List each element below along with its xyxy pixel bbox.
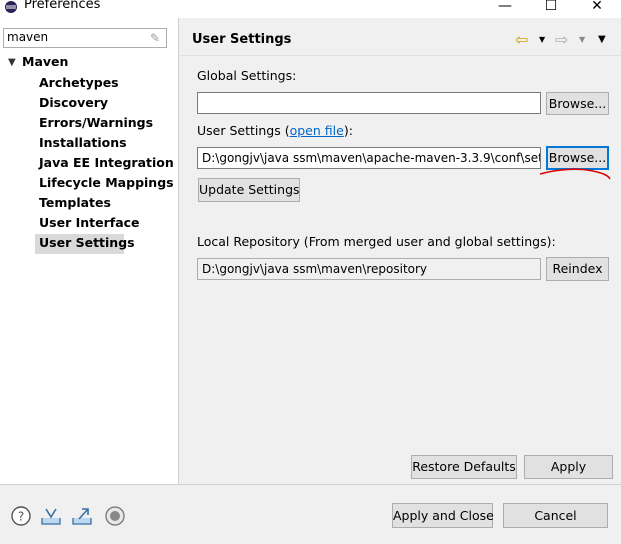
export-icon[interactable] [71,505,93,527]
open-file-link[interactable]: open file [290,123,344,138]
tree-item-installations[interactable]: Installations [39,135,127,150]
back-arrow-icon[interactable]: ⇦ [515,30,528,49]
red-underline-annotation [539,168,611,180]
user-settings-label: User Settings (open file): [197,123,353,138]
tree-item-maven[interactable]: Maven [22,54,68,69]
tree-item-user-settings[interactable]: User Settings [39,235,135,250]
user-settings-label-suffix: ): [343,123,353,138]
filter-input[interactable]: maven ✎ [3,28,167,48]
forward-history-dropdown-icon[interactable]: ▼ [579,35,585,44]
apply-and-close-button[interactable]: Apply and Close [392,503,494,528]
tree-item-lifecycle-mappings[interactable]: Lifecycle Mappings [39,175,174,190]
local-repository-field: D:\gongjv\java ssm\maven\repository [197,258,541,280]
cancel-button[interactable]: Cancel [503,503,608,528]
tree-item-user-interface[interactable]: User Interface [39,215,140,230]
view-menu-icon[interactable]: ▼ [598,34,606,45]
page-title: User Settings [192,32,292,47]
clear-filter-icon[interactable]: ✎ [150,31,164,45]
collapse-arrow-icon[interactable]: ▼ [8,57,16,68]
update-settings-button[interactable]: Update Settings [198,178,300,202]
maximize-button[interactable]: ☐ [531,0,571,16]
global-settings-label: Global Settings: [197,68,297,83]
close-button[interactable]: ✕ [577,0,617,16]
footer-divider [0,484,621,485]
reindex-button[interactable]: Reindex [546,257,609,281]
global-settings-browse-button[interactable]: Browse... [546,92,609,115]
header-divider [180,55,621,56]
oomph-preference-recorder-icon[interactable] [104,505,126,527]
user-settings-label-prefix: User Settings ( [197,123,290,138]
user-settings-input[interactable]: D:\gongjv\java ssm\maven\apache-maven-3.… [197,147,541,169]
forward-arrow-icon[interactable]: ⇨ [555,30,568,49]
minimize-button[interactable]: — [485,0,525,16]
tree-item-errors-warnings[interactable]: Errors/Warnings [39,115,153,130]
svg-text:?: ? [18,510,24,524]
apply-button[interactable]: Apply [524,455,613,479]
tree-item-java-ee-integration[interactable]: Java EE Integration [39,155,174,170]
help-icon[interactable]: ? [10,505,32,527]
import-icon[interactable] [40,505,62,527]
local-repository-label: Local Repository (From merged user and g… [197,234,556,249]
eclipse-app-icon [5,1,17,13]
filter-input-value: maven [7,30,49,44]
back-history-dropdown-icon[interactable]: ▼ [539,35,545,44]
tree-item-discovery[interactable]: Discovery [39,95,108,110]
restore-defaults-button[interactable]: Restore Defaults [411,455,517,479]
tree-item-templates[interactable]: Templates [39,195,111,210]
global-settings-input[interactable] [197,92,541,114]
window-title: Preferences [24,0,101,12]
tree-item-archetypes[interactable]: Archetypes [39,75,119,90]
